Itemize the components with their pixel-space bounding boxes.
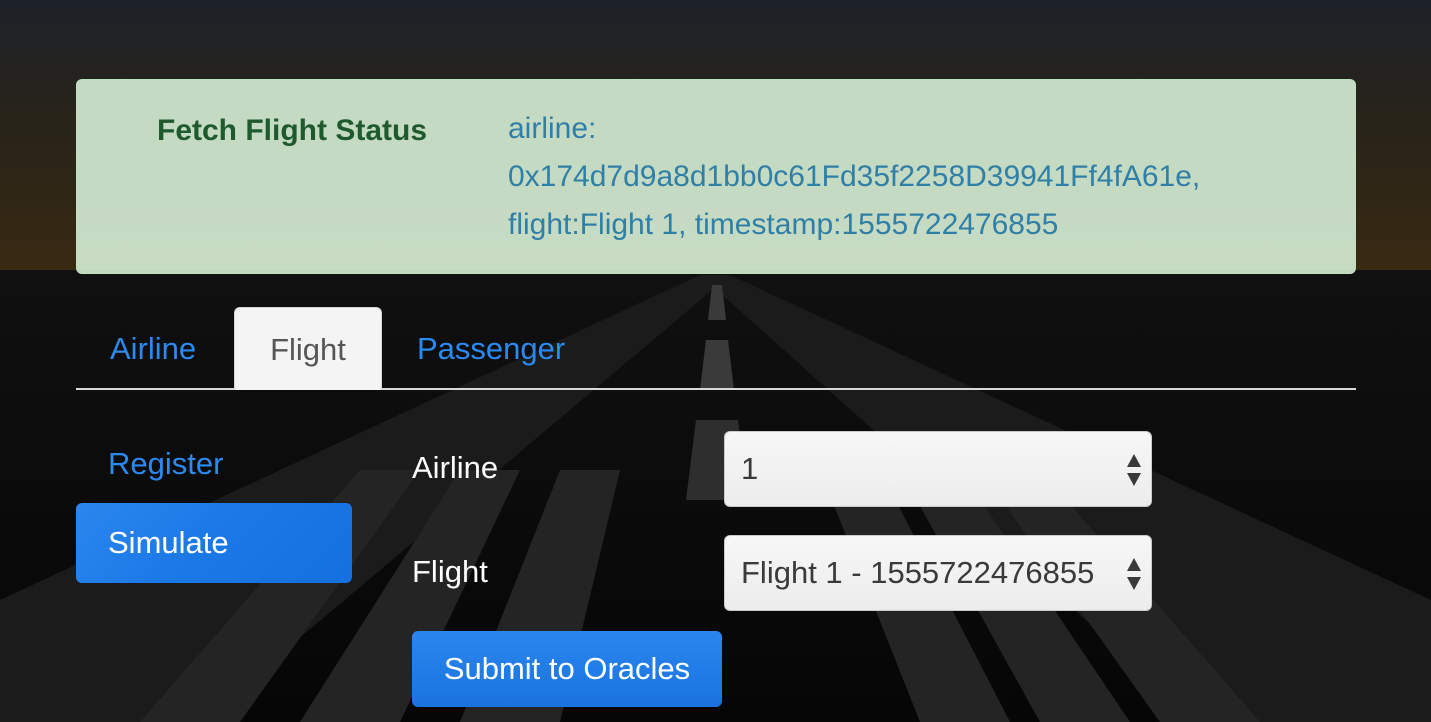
tab-flight[interactable]: Flight <box>234 307 382 390</box>
side-nav-register[interactable]: Register <box>76 438 352 490</box>
submit-to-oracles-button[interactable]: Submit to Oracles <box>412 631 722 707</box>
updown-arrows-icon <box>1127 558 1141 590</box>
status-line: 0x174d7d9a8d1bb0c61Fd35f2258D39941Ff4fA6… <box>508 160 1201 193</box>
updown-arrows-icon <box>1127 454 1141 486</box>
airline-label: Airline <box>412 450 499 485</box>
tab-airline[interactable]: Airline <box>76 307 230 390</box>
status-value: airline: 0x174d7d9a8d1bb0c61Fd35f2258D39… <box>508 105 1328 249</box>
flight-select[interactable]: Flight 1 - 1555722476855 <box>724 535 1152 611</box>
flight-status-alert: Fetch Flight Status airline: 0x174d7d9a8… <box>76 79 1356 274</box>
tab-passenger[interactable]: Passenger <box>383 307 599 390</box>
airline-select[interactable]: 1 <box>724 431 1152 507</box>
status-line: flight:Flight 1, timestamp:1555722476855 <box>508 208 1059 241</box>
flight-label: Flight <box>412 554 488 589</box>
airline-select-value: 1 <box>741 451 759 486</box>
status-label: Fetch Flight Status <box>157 114 427 147</box>
flight-select-value: Flight 1 - 1555722476855 <box>741 555 1095 590</box>
main-tabs: Airline Flight Passenger <box>76 307 1356 390</box>
page: Fetch Flight Status airline: 0x174d7d9a8… <box>0 0 1431 722</box>
side-nav-simulate[interactable]: Simulate <box>76 503 352 583</box>
status-line: airline: <box>508 112 597 145</box>
